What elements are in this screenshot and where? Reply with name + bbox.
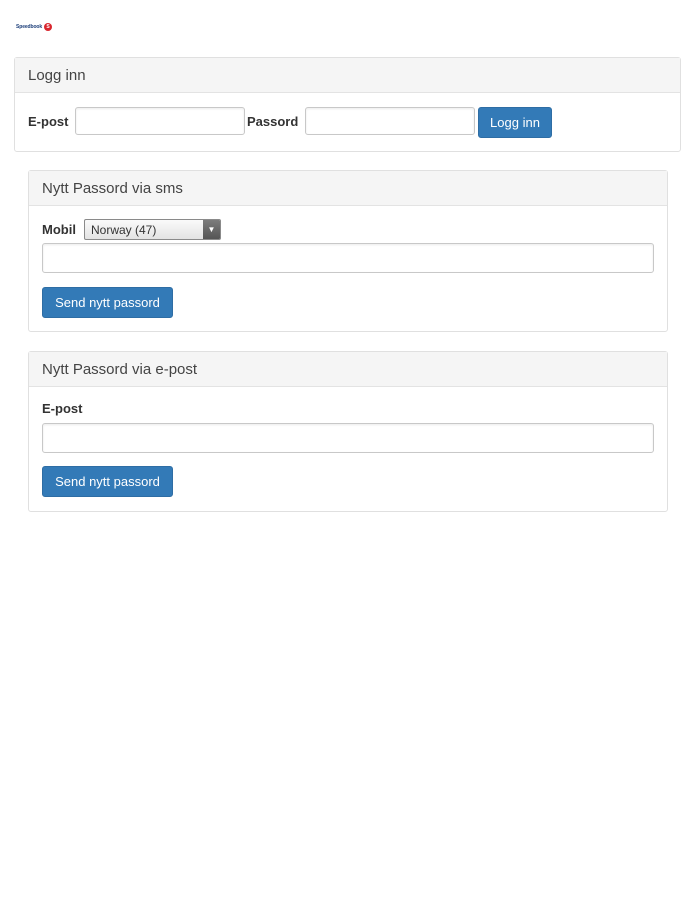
mobile-label: Mobil <box>42 222 76 237</box>
logo-icon: S <box>44 23 53 31</box>
country-code-value: Norway (47) <box>91 222 157 237</box>
chevron-down-icon: ▼ <box>203 220 220 239</box>
login-password-input[interactable] <box>305 107 475 135</box>
phone-number-input[interactable] <box>42 243 654 273</box>
login-button[interactable]: Logg inn <box>478 107 552 138</box>
login-panel: Logg inn E-post Passord Logg inn <box>14 57 681 152</box>
send-email-password-button[interactable]: Send nytt passord <box>42 466 173 497</box>
email-reset-panel: Nytt Passord via e-post E-post Send nytt… <box>28 351 668 512</box>
page: Speedbook S Logg inn E-post Passord Logg… <box>0 0 694 900</box>
logo-text: Speedbook <box>16 24 43 30</box>
country-code-select[interactable]: Norway (47) ▼ <box>84 219 221 240</box>
reset-email-label: E-post <box>42 401 83 416</box>
login-panel-title: Logg inn <box>15 58 680 93</box>
login-email-input[interactable] <box>75 107 245 135</box>
sms-reset-panel: Nytt Passord via sms Mobil Norway (47) ▼… <box>28 170 668 332</box>
login-password-label: Passord <box>247 114 299 129</box>
sms-reset-title: Nytt Passord via sms <box>29 171 667 206</box>
reset-email-input[interactable] <box>42 423 654 453</box>
logo-mark-letter: S <box>46 24 50 30</box>
login-email-label: E-post <box>28 114 69 129</box>
logo[interactable]: Speedbook S <box>16 22 53 32</box>
email-reset-title: Nytt Passord via e-post <box>29 352 667 387</box>
send-sms-password-button[interactable]: Send nytt passord <box>42 287 173 318</box>
